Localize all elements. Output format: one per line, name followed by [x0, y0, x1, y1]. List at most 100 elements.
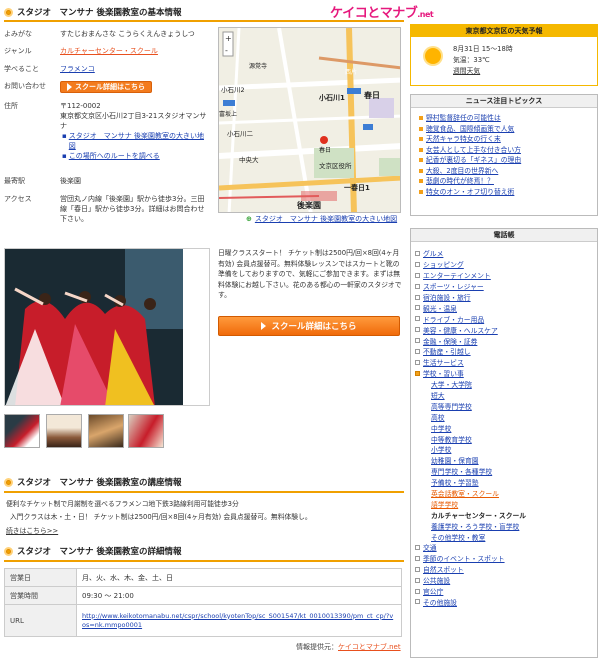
phonebook-item[interactable]: 美容・健康・ヘルスケア [415, 324, 597, 335]
phonebook-link[interactable]: 短大 [431, 390, 445, 400]
phonebook-item[interactable]: 生活サービス [415, 357, 597, 368]
phonebook-item[interactable]: 不動産・引越し [415, 346, 597, 357]
phonebook-link[interactable]: 宿泊施設・旅行 [423, 292, 471, 302]
phonebook-link[interactable]: 学校・習い事 [423, 368, 464, 378]
phonebook-item[interactable]: 宿泊施設・旅行 [415, 292, 597, 303]
phonebook-link[interactable]: グルメ [423, 248, 443, 258]
subject-link[interactable]: フラメンコ [60, 65, 95, 73]
phonebook-item[interactable]: エンターテインメント [415, 270, 597, 281]
info-row-genre: ジャンル カルチャーセンター・スクール [4, 47, 158, 55]
phonebook-link[interactable]: その他学校・教室 [431, 532, 485, 542]
thumbnail-4[interactable] [128, 414, 164, 448]
phonebook-item[interactable]: カルチャーセンター・スクール [415, 509, 597, 520]
school-detail-small-button[interactable]: スクール詳細はこちら [60, 81, 152, 93]
phonebook-link[interactable]: 自然スポット [423, 564, 464, 574]
news-link[interactable]: 天然キャラ特女の行く末 [426, 134, 501, 145]
phonebook-link[interactable]: 語学学校 [431, 499, 458, 509]
school-url-link[interactable]: http://www.keikotomanabu.net/cspr/school… [82, 612, 393, 629]
news-item[interactable]: 大殺、2度目の世界新へ [411, 166, 597, 177]
info-row-contact: お問い合わせ スクール詳細はこちら [4, 81, 210, 94]
phonebook-item[interactable]: 大学・大学院 [415, 379, 597, 390]
phonebook-item[interactable]: 季節のイベント・スポット [415, 553, 597, 564]
news-link[interactable]: 紀香が裏切る「ギネス」の理由 [426, 155, 521, 166]
phonebook-link[interactable]: 観光・温泉 [423, 303, 457, 313]
school-detail-button[interactable]: スクール詳細はこちら [218, 316, 400, 336]
phonebook-item[interactable]: ドライブ・カー用品 [415, 313, 597, 324]
phonebook-link[interactable]: 英会話教室・スクール [431, 488, 499, 498]
phonebook-link[interactable]: 高校 [431, 412, 445, 422]
thumbnail-1[interactable] [4, 414, 40, 448]
phonebook-item[interactable]: 高等専門学校 [415, 400, 597, 411]
phonebook-item[interactable]: 語学学校 [415, 498, 597, 509]
news-item[interactable]: 女芸人として上手な付き合い方 [411, 145, 597, 156]
phonebook-item[interactable]: 英会話教室・スクール [415, 488, 597, 499]
phonebook-link[interactable]: 予備校・学習塾 [431, 477, 479, 487]
credit-link[interactable]: ケイコとマナブ.net [338, 643, 401, 651]
course-more-link[interactable]: 続きはこちら>> [6, 526, 58, 537]
location-map[interactable]: 小石川2 小石川1 春日 小石川二 中央大 文京区役所 後楽園 富坂上 一春日1… [218, 27, 401, 213]
phonebook-link[interactable]: 季節のイベント・スポット [423, 553, 505, 563]
news-item[interactable]: 聴覚食品、国際傾画策で人気 [411, 124, 597, 135]
phonebook-item[interactable]: 高校 [415, 411, 597, 422]
map-caption-link[interactable]: スタジオ マンサナ 後楽園教室の大きい地図 [255, 214, 397, 224]
phonebook-link[interactable]: 金融・保険・証券 [423, 336, 477, 346]
phonebook-item[interactable]: 専門学校・各種学校 [415, 466, 597, 477]
phonebook-link[interactable]: その他施設 [423, 597, 457, 607]
phonebook-link[interactable]: 養護学校・ろう学校・盲学校 [431, 521, 519, 531]
phonebook-link[interactable]: 不動産・引越し [423, 346, 471, 356]
phonebook-link[interactable]: 生活サービス [423, 357, 464, 367]
phonebook-link[interactable]: 大学・大学院 [431, 379, 472, 389]
large-map-link[interactable]: スタジオ マンサナ 後楽園教室の大きい地図 [69, 131, 210, 151]
phonebook-item[interactable]: 交通 [415, 542, 597, 553]
genre-link[interactable]: カルチャーセンター・スクール [60, 47, 158, 55]
phonebook-item[interactable]: グルメ [415, 248, 597, 259]
news-link[interactable]: 聴覚食品、国際傾画策で人気 [426, 124, 514, 135]
phonebook-link[interactable]: 官公庁 [423, 586, 443, 596]
phonebook-link[interactable]: 中学校 [431, 423, 451, 433]
phonebook-link[interactable]: 中等教育学校 [431, 434, 472, 444]
thumbnail-2[interactable] [46, 414, 82, 448]
phonebook-link[interactable]: 小学校 [431, 444, 451, 454]
news-item[interactable]: 悲劇の時代が終焉！？ [411, 176, 597, 187]
news-link[interactable]: 野村監督辞任の可能性は [426, 113, 501, 124]
phonebook-item[interactable]: 金融・保険・証券 [415, 335, 597, 346]
phonebook-link[interactable]: 専門学校・各種学校 [431, 466, 492, 476]
news-item[interactable]: 野村監督辞任の可能性は [411, 113, 597, 124]
news-item[interactable]: 特女のオン・オフ切り替え術 [411, 187, 597, 198]
news-link[interactable]: 特女のオン・オフ切り替え術 [426, 187, 514, 198]
phonebook-link[interactable]: 幼稚園・保育園 [431, 455, 479, 465]
phonebook-item[interactable]: 自然スポット [415, 564, 597, 575]
news-item[interactable]: 紀香が裏切る「ギネス」の理由 [411, 155, 597, 166]
phonebook-item[interactable]: 中等教育学校 [415, 433, 597, 444]
phonebook-item[interactable]: 予備校・学習塾 [415, 477, 597, 488]
phonebook-item[interactable]: 短大 [415, 390, 597, 401]
thumbnail-3[interactable] [88, 414, 124, 448]
phonebook-link[interactable]: 公共施設 [423, 575, 450, 585]
news-link[interactable]: 悲劇の時代が終焉！？ [426, 176, 494, 187]
news-link[interactable]: 大殺、2度目の世界新へ [426, 166, 498, 177]
phonebook-item[interactable]: 小学校 [415, 444, 597, 455]
phonebook-link[interactable]: スポーツ・レジャー [423, 281, 484, 291]
weekly-weather-link[interactable]: 週間天気 [453, 66, 480, 77]
phonebook-item[interactable]: スポーツ・レジャー [415, 281, 597, 292]
phonebook-link[interactable]: 交通 [423, 542, 437, 552]
phonebook-link[interactable]: ドライブ・カー用品 [423, 314, 484, 324]
phonebook-item[interactable]: 官公庁 [415, 586, 597, 597]
news-item[interactable]: 天然キャラ特女の行く末 [411, 134, 597, 145]
phonebook-item[interactable]: 養護学校・ろう学校・盲学校 [415, 520, 597, 531]
phonebook-link[interactable]: ショッピング [423, 259, 464, 269]
phonebook-item[interactable]: 幼稚園・保育園 [415, 455, 597, 466]
phonebook-item[interactable]: 観光・温泉 [415, 302, 597, 313]
site-logo[interactable]: ケイコとマナブ.net [330, 2, 434, 21]
phonebook-item[interactable]: その他施設 [415, 597, 597, 608]
phonebook-link[interactable]: 美容・健康・ヘルスケア [423, 325, 498, 335]
news-link[interactable]: 女芸人として上手な付き合い方 [426, 145, 521, 156]
phonebook-item[interactable]: 公共施設 [415, 575, 597, 586]
phonebook-item[interactable]: 中学校 [415, 422, 597, 433]
route-link[interactable]: この場所へのルートを調べる [69, 151, 160, 161]
phonebook-item[interactable]: その他学校・教室 [415, 531, 597, 542]
phonebook-link[interactable]: 高等専門学校 [431, 401, 472, 411]
phonebook-item[interactable]: 学校・習い事 [415, 368, 597, 379]
phonebook-link[interactable]: エンターテインメント [423, 270, 491, 280]
phonebook-item[interactable]: ショッピング [415, 259, 597, 270]
